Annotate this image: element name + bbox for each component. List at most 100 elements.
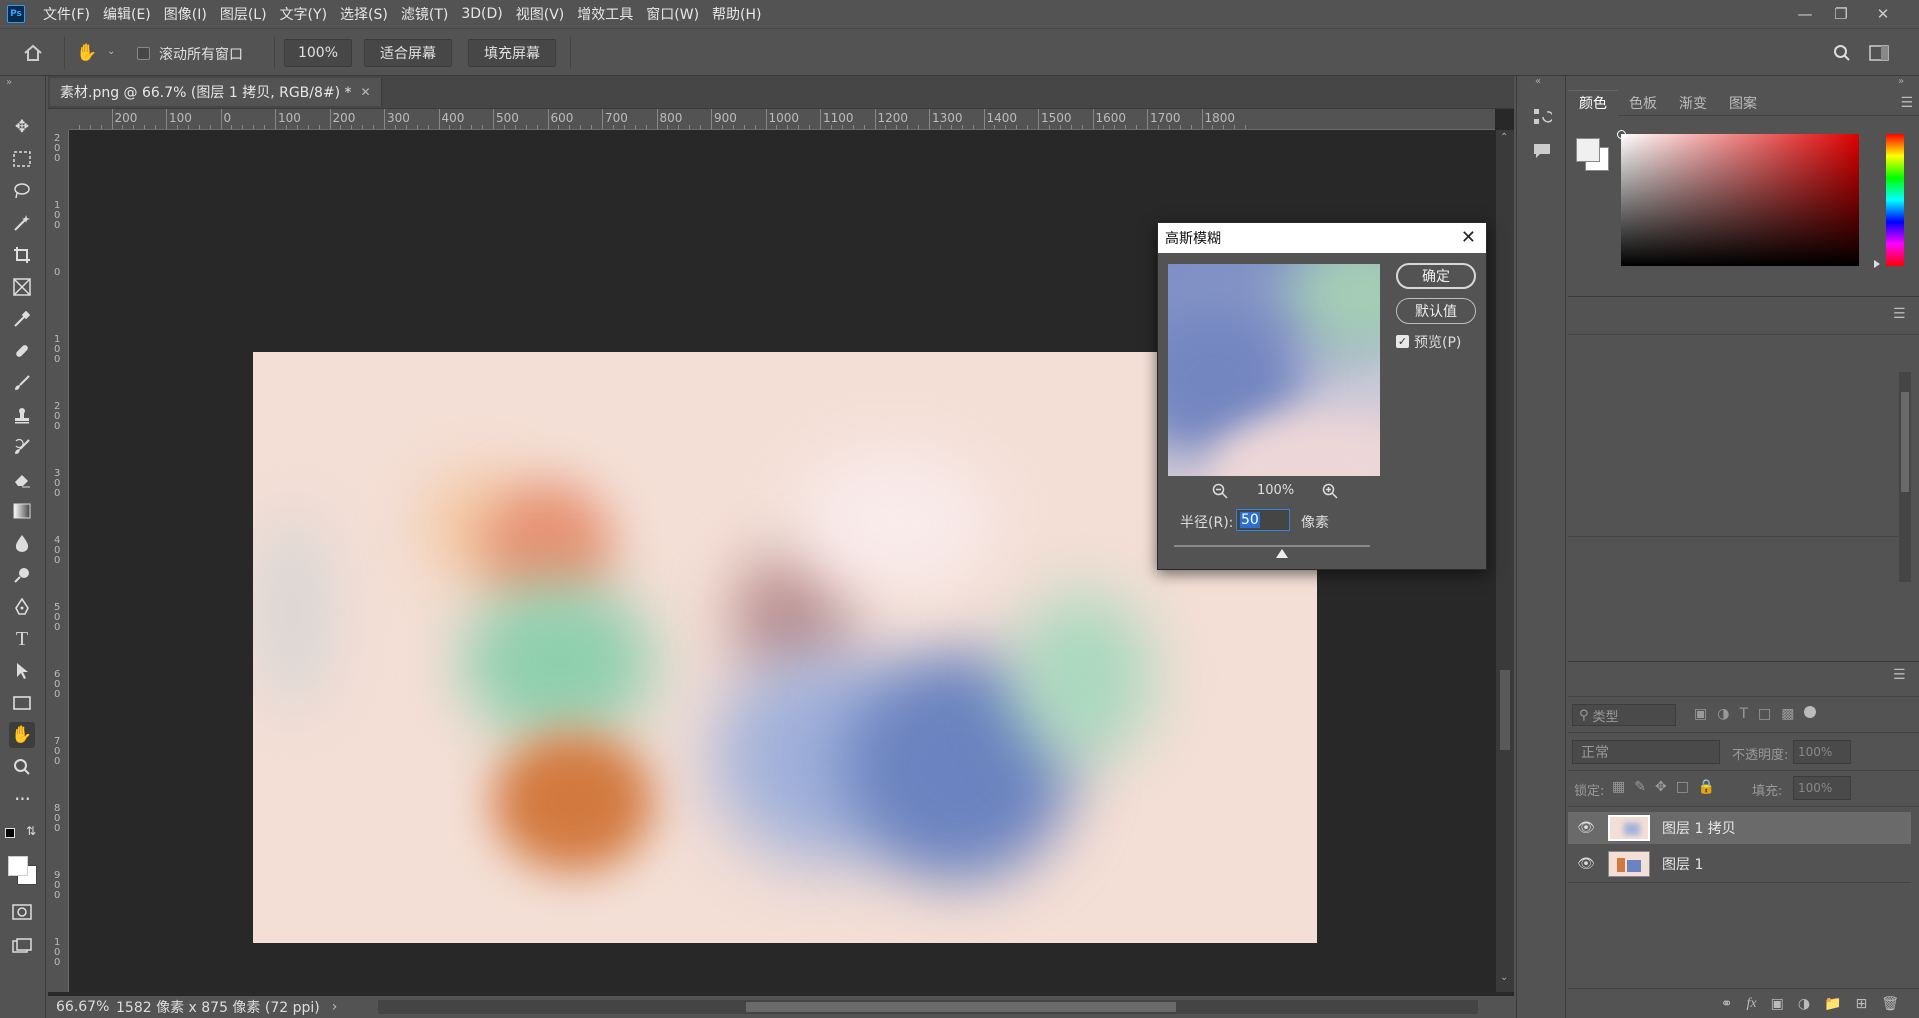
horizontal-scrollbar[interactable] — [378, 1000, 1478, 1014]
visibility-eye-icon[interactable]: 👁 — [1568, 820, 1604, 836]
layer-name[interactable]: 图层 1 拷贝 — [1662, 818, 1736, 838]
color-panel-foreground-swatch[interactable] — [1576, 138, 1600, 162]
color-picker-field[interactable] — [1617, 130, 1859, 266]
eyedropper-icon[interactable] — [9, 306, 35, 332]
hue-slider-thumb[interactable] — [1874, 260, 1880, 268]
history-brush-icon[interactable] — [9, 434, 35, 460]
expand-panels-icon[interactable]: « — [1535, 76, 1541, 87]
tab-patterns[interactable]: 图案 — [1718, 90, 1768, 116]
document-tab[interactable]: 素材.png @ 66.7% (图层 1 拷贝, RGB/8#) * ✕ — [50, 78, 382, 106]
tab-gradients[interactable]: 渐变 — [1668, 90, 1718, 116]
status-menu-arrow-icon[interactable]: › — [332, 999, 338, 1015]
scroll-down-icon[interactable]: ⌄ — [1500, 972, 1508, 983]
pen-tool-icon[interactable] — [9, 594, 35, 620]
crop-tool-icon[interactable] — [9, 242, 35, 268]
fx-icon[interactable]: fx — [1746, 996, 1756, 1012]
close-icon[interactable]: ✕ — [1461, 227, 1476, 248]
lock-options-icons[interactable]: ▦✎✥□🔒 — [1612, 779, 1724, 795]
menu-type[interactable]: 文字(Y) — [280, 4, 327, 24]
magic-wand-icon[interactable] — [9, 210, 35, 236]
marquee-tool-icon[interactable] — [9, 146, 35, 172]
vertical-scrollbar[interactable]: ⌃ ⌄ — [1496, 130, 1514, 992]
frame-tool-icon[interactable] — [9, 274, 35, 300]
picker-cursor[interactable] — [1617, 130, 1626, 139]
new-group-icon[interactable]: 📁 — [1824, 996, 1841, 1012]
eraser-tool-icon[interactable] — [9, 466, 35, 492]
tab-color[interactable]: 颜色 — [1568, 89, 1618, 116]
layer-thumbnail[interactable] — [1608, 815, 1650, 841]
brush-tool-icon[interactable] — [9, 370, 35, 396]
status-zoom[interactable]: 66.67% — [56, 999, 109, 1015]
vertical-scroll-thumb[interactable] — [1500, 670, 1510, 750]
default-button[interactable]: 默认值 — [1396, 298, 1476, 324]
preview-checkbox[interactable]: ✓ — [1396, 335, 1409, 348]
filter-toggle-icon[interactable] — [1804, 706, 1816, 718]
hue-slider[interactable] — [1886, 134, 1904, 266]
rectangle-tool-icon[interactable] — [9, 690, 35, 716]
close-window-icon[interactable]: ✕ — [1868, 0, 1898, 28]
layer-name[interactable]: 图层 1 — [1662, 854, 1703, 874]
tab-swatches[interactable]: 色板 — [1618, 90, 1668, 116]
blend-mode-select[interactable]: 正常 — [1572, 740, 1720, 764]
horizontal-scroll-thumb[interactable] — [746, 1002, 1176, 1012]
delete-layer-icon[interactable]: 🗑 — [1881, 996, 1899, 1012]
minimize-icon[interactable]: — — [1790, 0, 1820, 28]
comments-panel-icon[interactable] — [1529, 138, 1555, 164]
blur-tool-icon[interactable] — [9, 530, 35, 556]
menu-image[interactable]: 图像(I) — [164, 4, 207, 24]
scroll-up-icon[interactable]: ⌃ — [1500, 132, 1508, 143]
add-mask-icon[interactable]: ▣ — [1771, 996, 1784, 1012]
menu-filter[interactable]: 滤镜(T) — [401, 4, 448, 24]
fill-input[interactable]: 100% — [1793, 776, 1851, 800]
hand-tool-icon[interactable]: ✋ — [9, 722, 35, 748]
layer-row[interactable]: 👁 图层 1 — [1568, 848, 1911, 880]
close-tab-icon[interactable]: ✕ — [361, 85, 371, 99]
panel-menu-icon[interactable]: ☰ — [1893, 306, 1906, 322]
zoom-out-icon[interactable] — [1212, 483, 1228, 503]
menu-select[interactable]: 选择(S) — [340, 4, 388, 24]
new-layer-icon[interactable]: ⊞ — [1855, 996, 1867, 1012]
menu-3d[interactable]: 3D(D) — [461, 6, 502, 22]
scroll-all-checkbox[interactable] — [137, 47, 150, 60]
fit-screen-button[interactable]: 适合屏幕 — [364, 39, 452, 67]
radius-input[interactable]: 50 — [1236, 509, 1290, 531]
chevron-down-icon[interactable]: ⌄ — [107, 46, 115, 57]
type-tool-icon[interactable]: T — [9, 626, 35, 652]
zoom-100-button[interactable]: 100% — [284, 39, 352, 67]
foreground-color-swatch[interactable] — [8, 856, 28, 876]
dialog-titlebar[interactable]: 高斯模糊 ✕ — [1158, 223, 1486, 253]
panel-menu-icon[interactable]: ☰ — [1900, 95, 1913, 111]
quick-mask-icon[interactable] — [9, 899, 35, 925]
screen-mode-icon[interactable] — [9, 933, 35, 959]
path-selection-icon[interactable] — [9, 658, 35, 684]
gradient-tool-icon[interactable] — [9, 498, 35, 524]
radius-slider-track[interactable] — [1174, 545, 1370, 547]
hand-tool-icon[interactable]: ✋ — [74, 40, 100, 66]
collapse-panels-icon[interactable]: » — [1898, 76, 1904, 87]
adjustment-layer-icon[interactable]: ◑ — [1798, 996, 1810, 1012]
layer-filter-icons[interactable]: ▣◑T□▩ — [1694, 706, 1804, 722]
dodge-tool-icon[interactable] — [9, 562, 35, 588]
menu-plugins[interactable]: 增效工具 — [577, 4, 633, 24]
blur-preview[interactable] — [1168, 264, 1380, 476]
zoom-in-icon[interactable] — [1322, 483, 1338, 503]
workspace-icon[interactable] — [1866, 40, 1892, 66]
photoshop-logo-icon[interactable]: Ps — [7, 5, 25, 23]
layer-row-selected[interactable]: 👁 图层 1 拷贝 — [1568, 812, 1911, 844]
default-colors-icon[interactable] — [5, 828, 15, 838]
link-layers-icon[interactable]: ⚭ — [1721, 996, 1733, 1012]
more-tools-icon[interactable]: ··· — [9, 786, 35, 812]
opacity-input[interactable]: 100% — [1793, 740, 1851, 764]
radius-slider-thumb[interactable] — [1276, 549, 1288, 558]
lasso-tool-icon[interactable] — [9, 178, 35, 204]
menu-edit[interactable]: 编辑(E) — [103, 4, 151, 24]
search-icon[interactable] — [1829, 40, 1855, 66]
menu-window[interactable]: 窗口(W) — [646, 4, 699, 24]
layer-thumbnail[interactable] — [1608, 851, 1650, 877]
collapse-icon[interactable]: » — [6, 77, 12, 88]
healing-brush-icon[interactable] — [9, 338, 35, 364]
restore-icon[interactable]: ❐ — [1826, 0, 1856, 28]
move-tool-icon[interactable]: ✥ — [9, 114, 35, 140]
properties-scrollbar[interactable] — [1899, 372, 1911, 582]
menu-view[interactable]: 视图(V) — [516, 4, 565, 24]
